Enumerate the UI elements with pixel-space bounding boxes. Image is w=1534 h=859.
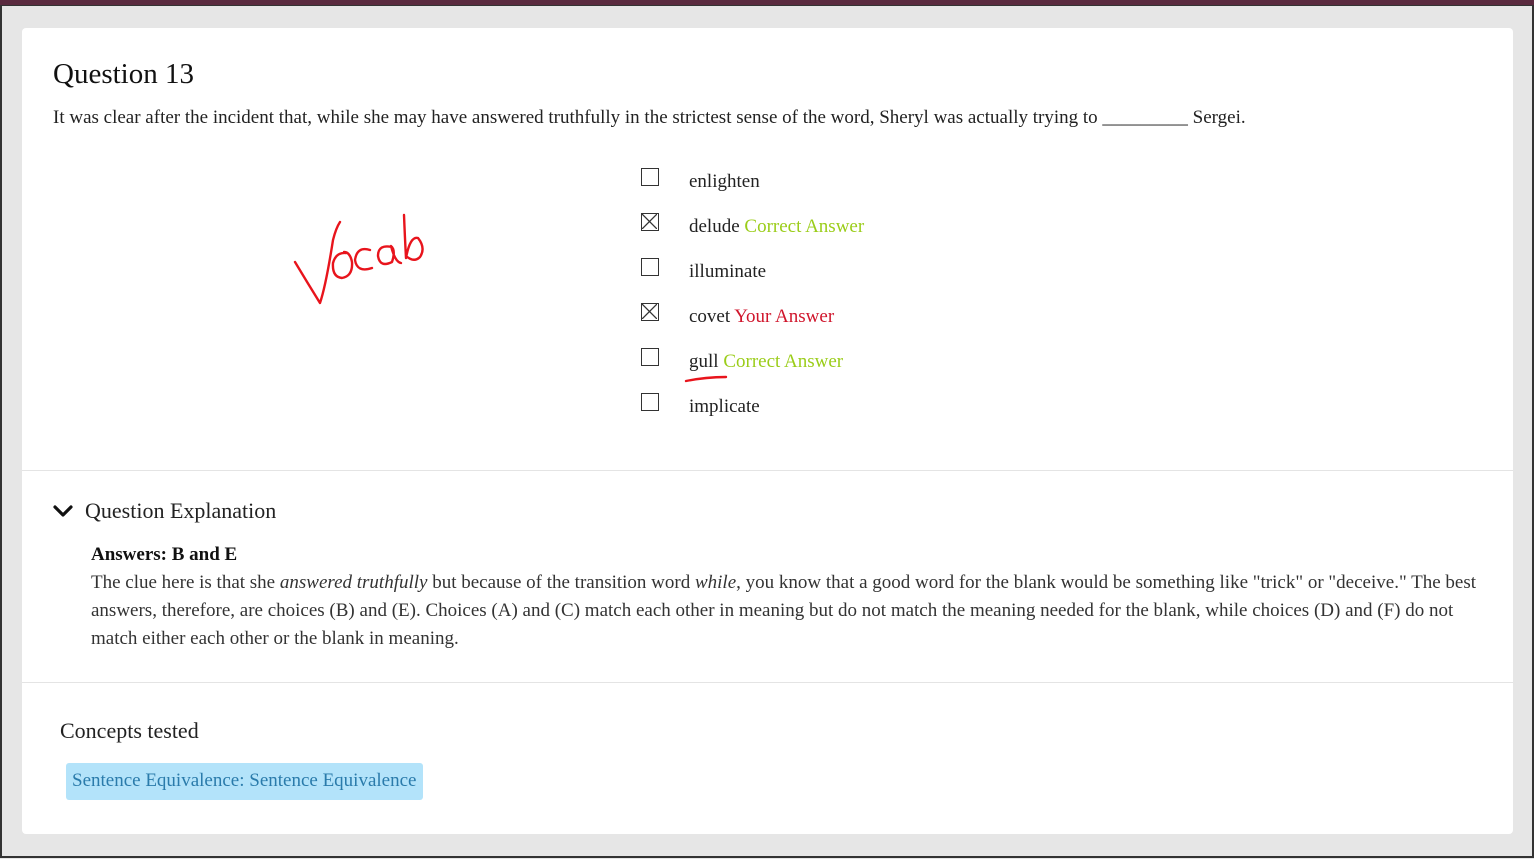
correct-answer-tag: Correct Answer	[723, 351, 844, 372]
page-frame: Question 13 It was clear after the incid…	[0, 5, 1534, 858]
choice-illuminate[interactable]: illuminate	[641, 256, 864, 301]
question-card: Question 13 It was clear after the incid…	[22, 28, 1513, 834]
choice-checkbox[interactable]	[641, 348, 659, 366]
answer-choices: enlighten delude Correct Answer illumina…	[641, 166, 864, 436]
x-mark-icon	[642, 304, 657, 319]
choice-gull[interactable]: gull Correct Answer	[641, 346, 864, 391]
choice-covet[interactable]: covet Your Answer	[641, 301, 864, 346]
choice-checkbox[interactable]	[641, 258, 659, 276]
x-mark-icon	[642, 214, 657, 229]
choice-label: implicate	[689, 396, 760, 417]
concepts-title: Concepts tested	[60, 718, 199, 743]
answers-summary: Answers: B and E	[91, 544, 238, 565]
concept-tag[interactable]: Sentence Equivalence: Sentence Equivalen…	[66, 763, 424, 800]
choice-checkbox-checked[interactable]	[641, 213, 659, 231]
question-title: Question 13	[53, 58, 194, 90]
choice-enlighten[interactable]: enlighten	[641, 166, 864, 211]
explanation-toggle[interactable]: Question Explanation	[53, 498, 276, 524]
explanation-toggle-label: Question Explanation	[85, 498, 277, 523]
correct-answer-tag: Correct Answer	[744, 216, 865, 237]
choice-delude[interactable]: delude Correct Answer	[641, 211, 864, 256]
section-divider	[22, 470, 1513, 471]
choice-label: enlighten	[689, 171, 760, 192]
choice-label: gull	[689, 351, 719, 372]
explanation-text: The clue here is that she answered truth…	[91, 572, 1476, 649]
section-divider	[22, 682, 1513, 683]
choice-checkbox[interactable]	[641, 393, 659, 411]
choice-label: delude	[689, 216, 740, 237]
choice-checkbox-checked[interactable]	[641, 303, 659, 321]
choice-implicate[interactable]: implicate	[641, 391, 864, 436]
choice-label: covet	[689, 306, 731, 327]
chevron-down-icon	[53, 505, 73, 517]
question-stem: It was clear after the incident that, wh…	[53, 107, 1246, 128]
your-answer-tag: Your Answer	[734, 306, 835, 327]
choice-checkbox[interactable]	[641, 168, 659, 186]
choice-label: illuminate	[689, 261, 767, 282]
explanation-body: Answers: B and E The clue here is that s…	[91, 541, 1486, 653]
